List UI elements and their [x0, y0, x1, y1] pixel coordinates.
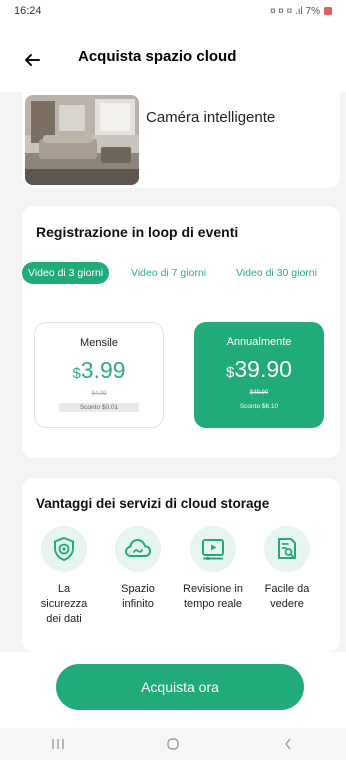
- plan-discount: Sconto $0.01: [59, 403, 139, 412]
- plan-discount: Sconto $6.10: [239, 403, 279, 410]
- plan-yearly[interactable]: Annualmente $39.90 $49.90 Sconto $6.10: [194, 322, 324, 428]
- back-button[interactable]: [18, 46, 46, 74]
- plan-monthly[interactable]: Mensile $3.99 $4.99 Sconto $0.01: [34, 322, 164, 428]
- app-header: Acquista spazio cloud: [0, 22, 346, 92]
- status-indicators: ¤ ¤ ¤ .ıl 7%: [270, 6, 332, 17]
- tab-3-days[interactable]: Video di 3 giorni: [22, 262, 110, 284]
- cloud-icon: [115, 526, 161, 572]
- recording-title: Registrazione in loop di eventi: [36, 224, 239, 240]
- benefit-item: Revisione in tempo reale: [183, 526, 243, 612]
- benefit-item: Spazio infinito: [108, 526, 168, 612]
- tab-7-days[interactable]: Video di 7 giorni: [131, 267, 206, 279]
- plan-name: Annualmente: [226, 336, 292, 348]
- plan-currency: $: [72, 365, 81, 382]
- chevron-left-icon: [285, 738, 291, 750]
- tab-30-days[interactable]: Video di 30 giorni: [236, 267, 317, 279]
- back-nav-button[interactable]: [268, 732, 308, 756]
- arrow-left-icon: [25, 54, 40, 66]
- status-icons: ¤ ¤ ¤ .ıl 7%: [269, 5, 320, 17]
- benefit-label: Revisione in tempo reale: [183, 583, 243, 610]
- system-nav-bar: [0, 728, 346, 760]
- device-card: Caméra intelligente: [22, 92, 340, 188]
- benefits-title: Vantaggi dei servizi di cloud storage: [36, 496, 270, 511]
- plan-price: $39.90: [194, 356, 324, 383]
- device-name: Caméra intelligente: [146, 109, 276, 126]
- page-title: Acquista spazio cloud: [78, 48, 237, 65]
- recent-apps-icon: [51, 739, 64, 749]
- status-time: 16:24: [14, 5, 42, 17]
- bottom-action-bar: Acquista ora: [0, 652, 346, 728]
- device-thumbnail: [25, 95, 139, 185]
- benefit-item: La sicurezza dei dati: [34, 526, 94, 627]
- home-icon: [167, 738, 179, 750]
- plan-old-price: $4.99: [91, 391, 107, 397]
- benefit-label: Facile da vedere: [264, 583, 310, 610]
- plan-amount: 3.99: [80, 357, 126, 383]
- video-play-icon: [190, 526, 236, 572]
- benefit-item: Facile da vedere: [257, 526, 317, 612]
- recording-plans-card: Registrazione in loop di eventi Video di…: [22, 206, 340, 458]
- document-search-icon: [264, 526, 310, 572]
- plan-old-price: $49.90: [249, 390, 269, 396]
- benefit-label: La sicurezza dei dati: [40, 583, 88, 625]
- status-bar: 16:24 ¤ ¤ ¤ .ıl 7%: [0, 0, 346, 22]
- battery-icon: [324, 7, 332, 15]
- plan-name: Mensile: [80, 337, 118, 349]
- benefits-card: Vantaggi dei servizi di cloud storage La…: [22, 478, 340, 652]
- duration-tabs: Video di 3 giorni Video di 7 giorni Vide…: [22, 262, 340, 288]
- buy-now-button[interactable]: Acquista ora: [56, 664, 304, 710]
- plan-price: $3.99: [35, 357, 163, 384]
- plan-amount: 39.90: [234, 356, 292, 382]
- recent-apps-button[interactable]: [38, 732, 78, 756]
- home-button[interactable]: [153, 732, 193, 756]
- shield-icon: [41, 526, 87, 572]
- benefit-label: Spazio infinito: [121, 583, 155, 610]
